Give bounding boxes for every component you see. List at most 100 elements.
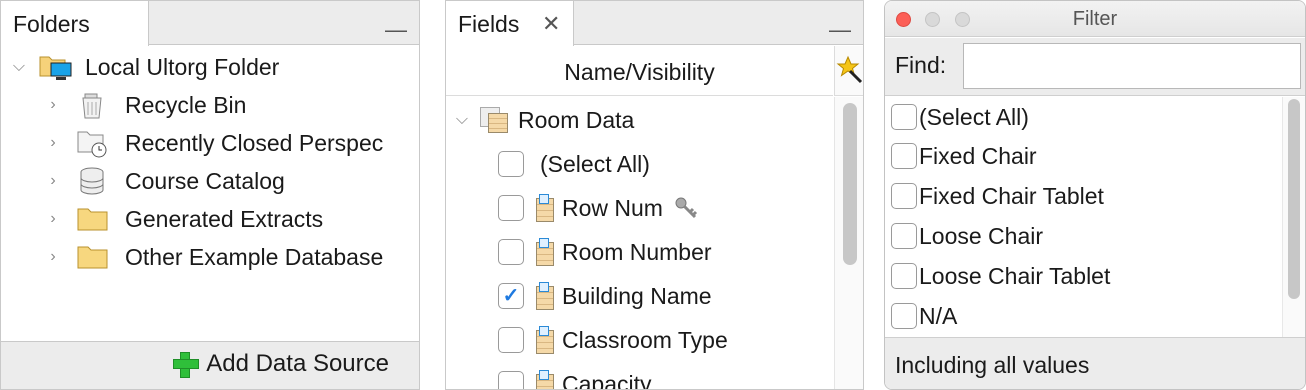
tree-item-label: Recycle Bin xyxy=(125,91,247,118)
filter-option-checkbox[interactable] xyxy=(891,303,917,329)
folders-footer: Add Data Source xyxy=(1,341,419,389)
filter-option-checkbox[interactable] xyxy=(891,143,917,169)
table-label: Room Data xyxy=(518,106,635,133)
column-options-button[interactable] xyxy=(834,46,863,96)
fields-panel: Fields ✕ — Name/Visibility ⌵ Room Data (… xyxy=(445,0,864,390)
fields-minimize-button[interactable]: — xyxy=(829,19,851,41)
select-all-checkbox[interactable] xyxy=(498,151,524,177)
field-row[interactable]: Classroom Type xyxy=(498,320,728,360)
tab-fields[interactable]: Fields ✕ xyxy=(446,1,574,46)
field-visibility-checkbox[interactable] xyxy=(498,195,524,221)
filter-option-label: Loose Chair Tablet xyxy=(919,262,1111,289)
find-input[interactable] xyxy=(963,43,1301,89)
chevron-right-icon[interactable]: › xyxy=(43,247,63,267)
field-icon xyxy=(536,326,554,354)
chevron-right-icon[interactable]: › xyxy=(43,95,63,115)
tree-item-recently-closed[interactable]: › Recently Closed Perspec xyxy=(43,124,383,162)
field-label: Capacity xyxy=(562,370,652,390)
fields-header: Fields ✕ — xyxy=(446,1,863,46)
recent-folder-icon xyxy=(77,131,107,158)
tree-item-course-catalog[interactable]: › Course Catalog xyxy=(43,162,285,200)
chevron-right-icon[interactable]: › xyxy=(43,171,63,191)
tab-folders[interactable]: Folders xyxy=(1,1,149,46)
fields-scrollbar[interactable] xyxy=(834,97,863,389)
field-visibility-checkbox[interactable] xyxy=(498,371,524,389)
recycle-bin-icon xyxy=(82,93,102,119)
tree-item-label: Recently Closed Perspec xyxy=(125,129,384,156)
field-visibility-checkbox[interactable]: ✓ xyxy=(498,283,524,309)
filter-titlebar[interactable]: Filter xyxy=(885,1,1305,37)
tree-item-generated-extracts[interactable]: › Generated Extracts xyxy=(43,200,323,238)
filter-option[interactable]: Fixed Chair xyxy=(891,136,1037,176)
field-icon xyxy=(536,238,554,266)
local-folder-icon xyxy=(39,56,72,80)
filter-option-label: (Select All) xyxy=(919,103,1029,130)
tab-fields-label: Fields xyxy=(458,11,520,37)
chevron-down-icon[interactable]: ⌵ xyxy=(9,57,29,77)
filter-option-label: Loose Chair xyxy=(919,222,1044,249)
find-bar: Find: xyxy=(885,38,1305,96)
folders-minimize-button[interactable]: — xyxy=(385,19,407,41)
field-icon xyxy=(536,194,554,222)
field-row[interactable]: ✓ Building Name xyxy=(498,276,712,316)
filter-option-checkbox[interactable] xyxy=(891,104,917,130)
folder-icon xyxy=(77,246,108,269)
field-visibility-checkbox[interactable] xyxy=(498,327,524,353)
filter-window: Filter Find: (Select All) Fixed Chair Fi… xyxy=(884,0,1306,390)
field-icon xyxy=(536,370,554,389)
filter-scrollbar[interactable] xyxy=(1282,97,1305,337)
filter-option[interactable]: N/A xyxy=(891,296,957,336)
field-label: Classroom Type xyxy=(562,326,728,353)
field-label: Room Number xyxy=(562,238,712,265)
field-row[interactable]: Room Number xyxy=(498,232,712,272)
chevron-down-icon[interactable]: ⌵ xyxy=(452,110,472,130)
table-icon xyxy=(480,107,508,133)
field-visibility-checkbox[interactable] xyxy=(498,239,524,265)
filter-option-checkbox[interactable] xyxy=(891,223,917,249)
database-icon xyxy=(80,167,104,195)
field-label: Row Num xyxy=(562,194,663,221)
table-row-room-data[interactable]: ⌵ Room Data xyxy=(452,100,634,140)
filter-window-title: Filter xyxy=(1072,8,1118,30)
tree-item-label: Generated Extracts xyxy=(125,205,324,232)
add-data-source-label: Add Data Source xyxy=(206,350,389,377)
close-icon[interactable]: ✕ xyxy=(542,1,560,47)
filter-option-checkbox[interactable] xyxy=(891,183,917,209)
fields-scrollbar-thumb[interactable] xyxy=(843,103,857,265)
checkmark-icon: ✓ xyxy=(502,285,520,307)
folder-icon xyxy=(77,208,108,231)
filter-option[interactable]: Loose Chair xyxy=(891,216,1043,256)
filter-option[interactable]: Loose Chair Tablet xyxy=(891,256,1110,296)
folders-header: Folders — xyxy=(1,1,419,46)
filter-option-label: Fixed Chair Tablet xyxy=(919,182,1104,209)
filter-status: Including all values xyxy=(885,337,1305,389)
star-wand-icon xyxy=(836,55,863,84)
filter-option[interactable]: Fixed Chair Tablet xyxy=(891,176,1104,216)
filter-option-label: Fixed Chair xyxy=(919,142,1037,169)
tree-item-root[interactable]: ⌵ Local Ultorg Folder xyxy=(9,48,279,86)
filter-option-label: N/A xyxy=(919,302,958,329)
name-visibility-column-header[interactable]: Name/Visibility xyxy=(446,46,833,96)
folders-panel: Folders — ⌵ Local Ultorg Folder › Recycl… xyxy=(0,0,420,390)
field-label: Building Name xyxy=(562,282,712,309)
filter-values-list: (Select All) Fixed Chair Fixed Chair Tab… xyxy=(885,97,1305,337)
add-data-source-button[interactable]: Add Data Source xyxy=(172,350,389,378)
filter-scrollbar-thumb[interactable] xyxy=(1288,99,1300,299)
key-icon xyxy=(675,197,698,219)
chevron-right-icon[interactable]: › xyxy=(43,133,63,153)
filter-option-checkbox[interactable] xyxy=(891,263,917,289)
plus-icon xyxy=(172,351,200,378)
tree-item-other-example-database[interactable]: › Other Example Database xyxy=(43,238,383,276)
field-row[interactable]: Capacity xyxy=(498,364,652,390)
chevron-right-icon[interactable]: › xyxy=(43,209,63,229)
field-row-select-all[interactable]: (Select All) xyxy=(498,144,650,184)
field-row[interactable]: Row Num xyxy=(498,188,699,228)
tree-item-label: Course Catalog xyxy=(125,167,285,194)
tree-item-recycle-bin[interactable]: › Recycle Bin xyxy=(43,86,246,124)
find-label: Find: xyxy=(895,52,947,78)
filter-option[interactable]: (Select All) xyxy=(891,97,1029,137)
select-all-label: (Select All) xyxy=(540,150,650,177)
tree-item-label: Local Ultorg Folder xyxy=(85,53,280,80)
field-icon xyxy=(536,282,554,310)
tree-item-label: Other Example Database xyxy=(125,243,384,270)
